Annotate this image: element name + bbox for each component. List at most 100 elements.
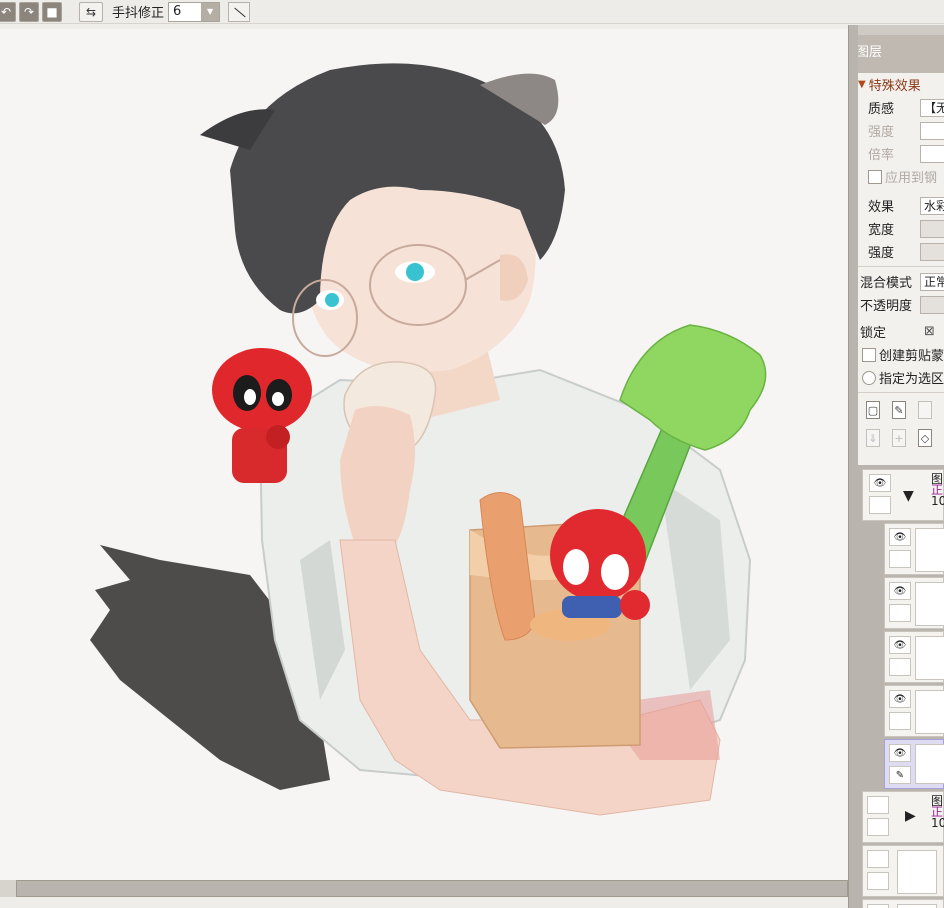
stabilizer-select[interactable]: 6 ▼ [168,1,221,22]
layer-row[interactable]: 👁 [884,577,944,629]
scale-slider[interactable] [920,144,944,163]
new-folder-icon[interactable] [918,401,932,419]
layer-options-box[interactable] [867,872,889,890]
horizontal-scrollbar[interactable] [0,880,848,908]
layer-opacity: 10 [931,494,944,508]
effect-select[interactable]: 水彩 [920,196,944,215]
eye-icon[interactable]: 👁 [889,636,911,654]
texture-select[interactable]: 【无 [920,98,944,117]
clipping-checkbox[interactable] [862,347,876,362]
scale-label: 倍率 [868,148,895,163]
redo-icon[interactable]: ↷ [19,1,39,22]
undo-icon[interactable]: ↶ [0,1,16,22]
folder-expanded-icon[interactable]: ▼ [903,488,914,504]
flip-icon[interactable]: ⇆ [79,1,103,22]
layer-options-box[interactable] [867,850,889,868]
layer-opacity: 10 [931,816,944,830]
layer-row[interactable]: 👁 [884,631,944,683]
width-row: 宽度 [858,217,944,240]
merge-down-icon[interactable]: ⇓ [866,429,880,447]
divider [858,392,944,393]
layer-options-box[interactable] [889,658,911,676]
blend-mode-value: 正常 [924,275,944,289]
canvas[interactable] [0,25,848,880]
folder-collapsed-icon[interactable]: ▶ [905,808,916,824]
panel-splitter[interactable] [848,25,858,908]
layer-options-box[interactable] [869,496,891,514]
selection-source-row[interactable]: 指定为选区 [858,366,944,389]
strength2-row: 强度 [858,240,944,263]
eye-icon[interactable]: 👁 [869,474,891,492]
layer-options-box[interactable] [867,904,889,908]
stabilizer-value: 6 [173,4,182,19]
layer-options-box[interactable] [867,796,889,814]
top-toolbar: ↶ ↷ ■ ⇆ 手抖修正 6 ▼ [0,0,944,24]
eye-icon[interactable]: 👁 [889,582,911,600]
scrollbar-thumb[interactable] [16,880,848,897]
merge-all-icon[interactable]: + [892,429,906,447]
new-pen-layer-icon[interactable]: ✎ [892,401,906,419]
triangle-down-icon: ▼ [858,79,866,90]
clear-layer-icon[interactable]: ◇ [918,429,932,447]
layer-options-box[interactable] [889,550,911,568]
clipping-row[interactable]: 创建剪贴蒙 [858,343,944,366]
layer-row[interactable]: 👁 [884,523,944,575]
lock-transparency-icon[interactable]: ⊠ [924,324,935,339]
layer-thumbnail [897,850,937,894]
layer-info: 图 正 10 [931,473,944,508]
layer-info: 图 正 10 [931,795,944,830]
lock-row: 锁定 ⊠ [858,320,944,343]
chevron-down-icon[interactable]: ▼ [201,2,220,21]
layer-icons-row-2: ⇓ + ◇ [858,424,944,452]
apply-checkbox[interactable] [868,169,882,184]
texture-label: 质感 [868,102,895,117]
layer-row-selected[interactable]: 👁 ✎ [884,739,944,789]
strength-slider[interactable] [920,121,944,140]
panel-title-text: 图层 [858,45,883,60]
apply-label: 应用到钢 [885,171,938,186]
strength2-slider[interactable] [920,242,944,261]
layer-folder[interactable]: ▶ 图 正 10 [862,791,944,843]
texture-row: 质感 【无 [858,96,944,119]
new-layer-icon[interactable]: ▢ [866,401,880,419]
selection-label: 指定为选区 [879,372,944,387]
selection-radio[interactable] [862,370,876,385]
special-effects-label: 特殊效果 [868,79,921,94]
layer-options-box[interactable] [867,818,889,836]
scale-row: 倍率 [858,142,944,165]
blend-mode-select[interactable]: 正常 [920,272,944,291]
strength2-label: 强度 [868,246,895,261]
effect-label: 效果 [868,200,895,215]
special-effects-header[interactable]: ▼ 特殊效果 [858,73,944,96]
opacity-slider[interactable] [920,295,944,314]
layer-row[interactable] [862,845,944,897]
layer-thumbnail [915,528,944,572]
canvas-top-edge [0,25,848,29]
layer-list[interactable]: 👁 ▼ 图 正 10 👁 👁 👁 👁 👁 ✎ ▶ 图 正 10 [858,465,944,908]
strength-label: 强度 [868,125,895,140]
layer-folder[interactable]: 👁 ▼ 图 正 10 [862,469,944,521]
eye-icon[interactable]: 👁 [889,528,911,546]
panel-title: 图层 [858,25,944,73]
eye-icon[interactable]: 👁 [889,690,911,708]
layer-thumbnail [915,636,944,680]
layer-options-box[interactable] [889,604,911,622]
layer-icons-row-1: ▢ ✎ [858,396,944,424]
layer-options-box[interactable] [889,712,911,730]
layer-thumbnail [897,904,937,908]
layer-row[interactable] [862,899,944,908]
effect-value: 水彩 [924,199,944,213]
clipping-label: 创建剪贴蒙 [879,349,944,364]
apply-row[interactable]: 应用到钢 [858,165,944,188]
texture-value: 【无 [924,101,944,115]
width-slider[interactable] [920,219,944,238]
layer-row[interactable]: 👁 [884,685,944,737]
effect-row: 效果 水彩 [858,194,944,217]
artwork [90,63,767,816]
scroll-left-button[interactable] [0,880,16,897]
eye-icon[interactable]: 👁 [889,744,911,762]
divider [858,266,944,267]
line-tool-icon[interactable] [228,1,251,22]
stop-icon[interactable]: ■ [42,1,62,22]
pencil-icon[interactable]: ✎ [889,766,911,784]
